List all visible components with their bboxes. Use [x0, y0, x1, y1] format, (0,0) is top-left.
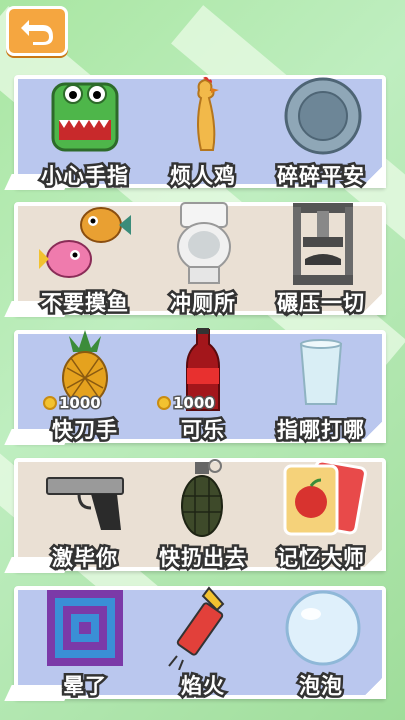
back-button[interactable] [6, 6, 68, 56]
rubber-chicken-icon [197, 76, 219, 151]
pistol-icon [46, 477, 124, 530]
game-item-fireworks[interactable]: 焰火 [143, 582, 263, 701]
game-label: 小心手指 [39, 162, 131, 191]
grenade-icon [181, 459, 223, 537]
game-label: 焰火 [179, 672, 227, 701]
memory-cards-icon [283, 459, 367, 536]
glass-cup-icon [299, 339, 343, 405]
game-item-cola[interactable]: 1000 可乐 [143, 326, 263, 445]
game-label: 碾压一切 [275, 289, 367, 318]
game-label: 不要摸鱼 [39, 289, 131, 318]
price-tag: 1000 [43, 393, 103, 414]
hydraulic-press-icon [293, 203, 353, 285]
game-label: 烦人鸡 [168, 162, 238, 191]
game-item-dont-touch-fish[interactable]: 不要摸鱼 [25, 199, 145, 318]
game-item-crush-everything[interactable]: 碾压一切 [261, 199, 381, 318]
price-value: 1000 [172, 393, 217, 414]
hypnotic-pattern-icon [47, 590, 123, 666]
crocodile-icon [51, 82, 119, 152]
game-item-dizzy[interactable]: 晕了 [25, 582, 145, 701]
game-item-pistol[interactable]: 激毕你 [25, 454, 145, 573]
game-label: 冲厕所 [168, 289, 238, 318]
game-item-flush-toilet[interactable]: 冲厕所 [143, 199, 263, 318]
game-label: 可乐 [179, 416, 227, 445]
coin-icon [157, 396, 171, 410]
back-arrow-icon [21, 20, 53, 45]
coin-icon [43, 396, 57, 410]
game-label: 快刀手 [50, 416, 120, 445]
price-tag: 1000 [157, 393, 217, 414]
toilet-icon [177, 202, 231, 284]
game-label: 记忆大师 [275, 544, 367, 573]
game-item-point-and-shoot[interactable]: 指哪打哪 [261, 326, 381, 445]
game-label: 泡泡 [297, 672, 345, 701]
price-value: 1000 [58, 393, 103, 414]
pufferfish-icon [39, 207, 131, 278]
game-item-annoying-chicken[interactable]: 烦人鸡 [143, 72, 263, 191]
game-label: 快扔出去 [157, 544, 249, 573]
game-item-little-finger[interactable]: 小心手指 [25, 72, 145, 191]
game-label: 晕了 [61, 672, 109, 701]
game-label: 指哪打哪 [275, 416, 367, 445]
game-item-throw-it[interactable]: 快扔出去 [143, 454, 263, 573]
game-item-fast-knife[interactable]: 1000 快刀手 [25, 326, 145, 445]
game-item-bubble[interactable]: 泡泡 [261, 582, 381, 701]
game-label: 碎碎平安 [275, 162, 367, 191]
bubble-icon [285, 590, 361, 666]
firework-rocket-icon [168, 586, 225, 670]
game-item-plate[interactable]: 碎碎平安 [261, 72, 381, 191]
game-item-memory-master[interactable]: 记忆大师 [261, 454, 381, 573]
game-label: 激毕你 [50, 544, 120, 573]
plate-icon [284, 77, 362, 155]
